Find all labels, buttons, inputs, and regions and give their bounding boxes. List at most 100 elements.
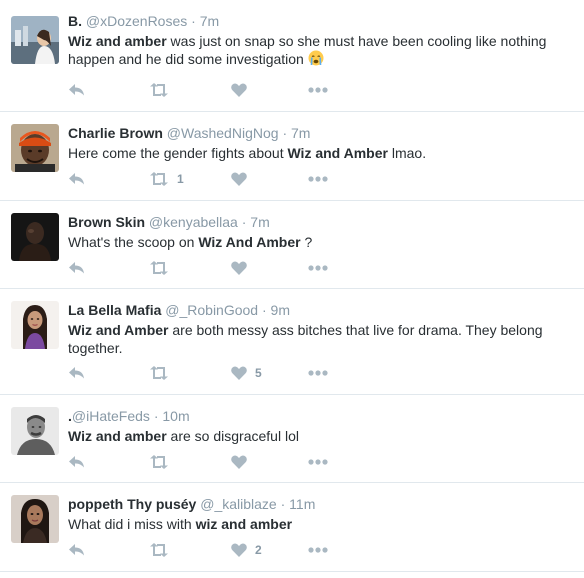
- tweet-header: B. @xDozenRoses · 7m: [68, 12, 572, 30]
- keyword-highlight: Wiz And Amber: [198, 234, 301, 250]
- tweet-header: .@iHateFeds · 10m: [68, 407, 572, 425]
- tweet-text-part: What's the scoop on: [68, 234, 199, 250]
- reply-icon: [68, 366, 85, 380]
- retweet-icon: [149, 172, 169, 186]
- like-button[interactable]: [231, 452, 255, 472]
- tweet-content: La Bella Mafia @_RobinGood · 9m Wiz and …: [68, 301, 572, 357]
- like-button[interactable]: [231, 80, 255, 100]
- fullname[interactable]: poppeth Thy puséy: [68, 496, 196, 512]
- avatar[interactable]: [11, 407, 59, 455]
- like-count: 5: [255, 366, 262, 380]
- timestamp[interactable]: 7m: [250, 214, 269, 230]
- more-dots-icon: [308, 87, 328, 93]
- tweet-text: What did i miss with wiz and amber: [68, 515, 548, 533]
- avatar[interactable]: [11, 16, 59, 64]
- tweet[interactable]: Charlie Brown @WashedNigNog · 7m Here co…: [0, 112, 584, 201]
- timestamp[interactable]: 7m: [291, 125, 310, 141]
- tweet-header: La Bella Mafia @_RobinGood · 9m: [68, 301, 572, 319]
- reply-icon: [68, 83, 85, 97]
- more-button[interactable]: [308, 169, 328, 189]
- reply-button[interactable]: [68, 452, 85, 472]
- fullname[interactable]: La Bella Mafia: [68, 302, 161, 318]
- separator: ·: [282, 125, 288, 141]
- retweet-button[interactable]: 1: [149, 169, 184, 189]
- retweet-button[interactable]: [149, 452, 177, 472]
- tweet[interactable]: .@iHateFeds · 10m Wiz and amber are so d…: [0, 395, 584, 483]
- tweet[interactable]: Brown Skin @kenyabellaa · 7m What's the …: [0, 201, 584, 289]
- like-button[interactable]: 5: [231, 363, 262, 383]
- tweet-content: Charlie Brown @WashedNigNog · 7m Here co…: [68, 124, 572, 162]
- heart-icon: [231, 172, 247, 186]
- like-button[interactable]: [231, 258, 255, 278]
- tweet-text-part: lmao.: [387, 145, 427, 161]
- crying-face-emoji: [308, 50, 324, 70]
- more-button[interactable]: [308, 80, 328, 100]
- tweet-content: Brown Skin @kenyabellaa · 7m What's the …: [68, 213, 572, 251]
- avatar[interactable]: [11, 213, 59, 261]
- fullname[interactable]: B.: [68, 13, 82, 29]
- timestamp[interactable]: 10m: [162, 408, 189, 424]
- reply-button[interactable]: [68, 363, 85, 383]
- retweet-icon: [149, 83, 169, 97]
- retweet-icon: [149, 455, 169, 469]
- heart-icon: [231, 83, 247, 97]
- timestamp[interactable]: 9m: [271, 302, 290, 318]
- more-dots-icon: [308, 176, 328, 182]
- retweet-button[interactable]: [149, 258, 177, 278]
- reply-icon: [68, 455, 85, 469]
- tweet-text: What's the scoop on Wiz And Amber ?: [68, 233, 548, 251]
- username[interactable]: @_RobinGood: [165, 302, 258, 318]
- avatar[interactable]: [11, 301, 59, 349]
- more-dots-icon: [308, 547, 328, 553]
- keyword-highlight: Wiz and Amber: [287, 145, 388, 161]
- tweet[interactable]: poppeth Thy puséy @_kaliblaze · 11m What…: [0, 483, 584, 572]
- more-button[interactable]: [308, 452, 328, 472]
- more-button[interactable]: [308, 258, 328, 278]
- heart-icon: [231, 366, 247, 380]
- heart-icon: [231, 455, 247, 469]
- reply-button[interactable]: [68, 80, 85, 100]
- username[interactable]: @xDozenRoses: [86, 13, 187, 29]
- tweet[interactable]: B. @xDozenRoses · 7m Wiz and amber was j…: [0, 0, 584, 112]
- timestamp[interactable]: 7m: [200, 13, 219, 29]
- reply-icon: [68, 261, 85, 275]
- more-button[interactable]: [308, 363, 328, 383]
- username[interactable]: @iHateFeds: [72, 408, 150, 424]
- username[interactable]: @kenyabellaa: [149, 214, 238, 230]
- reply-icon: [68, 172, 85, 186]
- reply-button[interactable]: [68, 169, 85, 189]
- separator: ·: [280, 496, 286, 512]
- avatar[interactable]: [11, 495, 59, 543]
- like-button[interactable]: [231, 169, 255, 189]
- timestamp[interactable]: 11m: [289, 496, 315, 512]
- retweet-button[interactable]: [149, 363, 177, 383]
- more-dots-icon: [308, 370, 328, 376]
- retweet-button[interactable]: [149, 540, 177, 560]
- separator: ·: [191, 13, 196, 29]
- keyword-highlight: wiz and amber: [195, 516, 293, 532]
- retweet-button[interactable]: [149, 80, 177, 100]
- tweet-text: Here come the gender fights about Wiz an…: [68, 144, 548, 162]
- tweet-text-part: Here come the gender fights about: [68, 145, 288, 161]
- reply-icon: [68, 543, 85, 557]
- retweet-icon: [149, 261, 169, 275]
- like-count: 2: [255, 543, 262, 557]
- avatar[interactable]: [11, 124, 59, 172]
- fullname[interactable]: Charlie Brown: [68, 125, 163, 141]
- tweet-text: Wiz and amber was just on snap so she mu…: [68, 32, 548, 70]
- username[interactable]: @WashedNigNog: [167, 125, 279, 141]
- tweet-header: Brown Skin @kenyabellaa · 7m: [68, 213, 572, 231]
- more-button[interactable]: [308, 540, 328, 560]
- tweet-text-part: ?: [300, 234, 313, 250]
- reply-button[interactable]: [68, 540, 85, 560]
- fullname[interactable]: Brown Skin: [68, 214, 145, 230]
- keyword-highlight: Wiz and Amber: [68, 322, 169, 338]
- username[interactable]: @_kaliblaze: [200, 496, 276, 512]
- retweet-icon: [149, 366, 169, 380]
- tweet[interactable]: La Bella Mafia @_RobinGood · 9m Wiz and …: [0, 289, 584, 395]
- more-dots-icon: [308, 459, 328, 465]
- reply-button[interactable]: [68, 258, 85, 278]
- separator: ·: [261, 302, 267, 318]
- heart-icon: [231, 261, 247, 275]
- like-button[interactable]: 2: [231, 540, 262, 560]
